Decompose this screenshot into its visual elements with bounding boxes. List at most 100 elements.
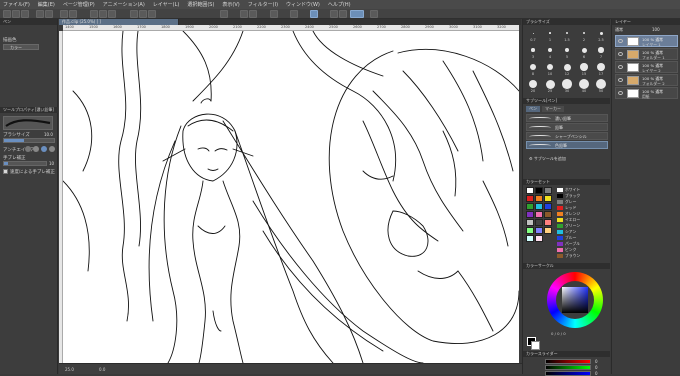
canvas-area[interactable] [63,31,519,363]
color-mode-dropdown[interactable]: カラー [3,44,39,50]
brush-size-option[interactable]: 50 [593,78,609,94]
redo-icon[interactable] [45,10,53,18]
deselect-icon[interactable] [99,10,107,18]
open-file-icon[interactable] [12,10,20,18]
brush-size-option[interactable]: 4 [542,44,558,60]
brush-size-option[interactable]: 12 [559,61,575,77]
zoom-in-icon[interactable] [330,10,338,18]
layer-row[interactable]: 100 % 通常 レイヤー 2 [615,61,678,73]
brush-size-option[interactable]: 30 [559,78,575,94]
brush-size-option[interactable]: 10 [542,61,558,77]
brush-size-option[interactable]: 0.7 [525,27,541,43]
quick-access-icon[interactable] [370,10,378,18]
brush-size-option[interactable]: 20 [525,78,541,94]
sub-color-chip[interactable] [531,341,540,350]
stabilizer-slider[interactable] [3,161,47,166]
brush-size-option[interactable]: 2 [576,27,592,43]
color-set-list: ホワイト ブラック グレー レッド オレンジ イエロー グリーン シアン ブルー パープル ピンクブ… [523,187,611,261]
eye-icon[interactable] [618,52,623,56]
antialias-medium[interactable] [41,146,47,152]
fill-icon[interactable] [69,10,77,18]
blend-mode-dropdown[interactable]: 通常 [615,27,623,33]
brush-size-option[interactable]: 15 [576,61,592,77]
menu-layer[interactable]: レイヤー(L) [153,1,180,8]
sub-tool-item[interactable]: 濃い鉛筆 [526,114,608,122]
clear-icon[interactable] [60,10,68,18]
brush-size-option-label: 30 [564,89,570,93]
layer-row[interactable]: 100 % 通常 フォルダー 2 [615,74,678,86]
undo-icon[interactable] [36,10,44,18]
green-slider[interactable] [545,365,591,370]
brush-size-option[interactable]: 1.5 [559,27,575,43]
canvas-tool-icon[interactable] [220,10,228,18]
add-sub-tool-button[interactable]: ⚙ サブツールを追加 [529,156,566,162]
menu-view[interactable]: 表示(V) [222,1,239,8]
layer-row[interactable]: 100 % 通常 用紙 [615,87,678,99]
menu-window[interactable]: ウィンドウ(W) [286,1,320,8]
antialias-none[interactable] [25,146,31,152]
brush-size-grid: 0.7 1 1.5 2 2.5 3 4 5 6 7 8 10 12 15 17 20 25 30 40 50 [525,27,609,97]
opacity-value[interactable]: 100 [652,27,660,32]
eye-icon[interactable] [618,65,623,69]
layer-row[interactable]: 100 % 通常 フォルダー 1 [615,48,678,60]
snap-perspective-icon[interactable] [148,10,156,18]
brush-dot-icon [562,79,572,89]
saturation-value-square[interactable] [562,287,588,313]
brush-size-option[interactable]: 3 [525,44,541,60]
sub-tool-tab-marker[interactable]: マーカー [542,106,564,112]
color-set-item[interactable]: ブラウン [556,253,608,259]
brush-size-option[interactable]: 5 [559,44,575,60]
color-chip [557,218,563,222]
antialias-weak[interactable] [33,146,39,152]
antialias-strong[interactable] [49,146,55,152]
brush-size-option[interactable]: 6 [576,44,592,60]
layer-row[interactable]: 100 % 通常 レイヤー 1 [615,35,678,47]
eye-icon[interactable] [618,78,623,82]
snap-grid-icon[interactable] [139,10,147,18]
eye-icon[interactable] [618,91,623,95]
menu-help[interactable]: ヘルプ(H) [328,1,351,8]
menu-animation[interactable]: アニメーション(A) [103,1,145,8]
transform-icon[interactable] [90,10,98,18]
drawing-canvas[interactable] [63,31,519,363]
invert-selection-icon[interactable] [108,10,116,18]
rotate-icon[interactable] [270,10,278,18]
snap-special-ruler-icon[interactable] [310,10,318,18]
new-file-icon[interactable] [3,10,11,18]
red-slider[interactable] [545,359,591,364]
sub-tool-tab-pen[interactable]: ペン [526,106,540,112]
snap-ruler-icon[interactable] [130,10,138,18]
flip-vertical-icon[interactable] [249,10,257,18]
brush-size-slider[interactable] [3,138,55,143]
flip-horizontal-icon[interactable] [240,10,248,18]
menu-page[interactable]: ページ管理(P) [63,1,95,8]
sub-tool-item[interactable]: 鉛筆 [526,123,608,131]
brush-size-option[interactable]: 8 [525,61,541,77]
rotation-value[interactable]: 0.0 [99,367,105,372]
brush-size-option[interactable]: 25 [542,78,558,94]
sub-tool-item[interactable]: シャープペンシル [526,132,608,140]
menu-edit[interactable]: 編集(E) [38,1,55,8]
speed-stabilizer-label: 速度による手ブレ補正 [10,170,55,175]
brush-size-option[interactable]: 7 [593,44,609,60]
brush-size-option[interactable]: 2.5 [593,27,609,43]
brush-size-option[interactable]: 17 [593,61,609,77]
menu-filter[interactable]: フィルター(I) [248,1,278,8]
sub-tool-item-selected[interactable]: 色鉛筆 [526,141,608,149]
antialias-options [25,146,55,152]
layer-panel-title: レイヤー [612,19,680,25]
zoom-out-icon[interactable] [339,10,347,18]
eye-icon[interactable] [618,39,623,43]
brush-size-option[interactable]: 40 [576,78,592,94]
menu-selection[interactable]: 選択範囲(S) [187,1,214,8]
ruler-tick: 2400 [305,25,314,29]
brush-size-option[interactable]: 1 [542,27,558,43]
pen-pressure-icon[interactable] [350,10,364,18]
menu-file[interactable]: ファイル(F) [3,1,30,8]
rotate-reset-icon[interactable] [290,10,298,18]
save-icon[interactable] [21,10,29,18]
zoom-value[interactable]: 25.0 [65,367,74,372]
speed-stabilizer-checkbox[interactable] [3,169,8,174]
color-wheel[interactable] [547,272,603,328]
palette-panel-column: ブラシサイズ 0.7 1 1.5 2 2.5 3 4 5 6 7 8 10 12 15 17 20 25 30 40… [522,19,611,376]
